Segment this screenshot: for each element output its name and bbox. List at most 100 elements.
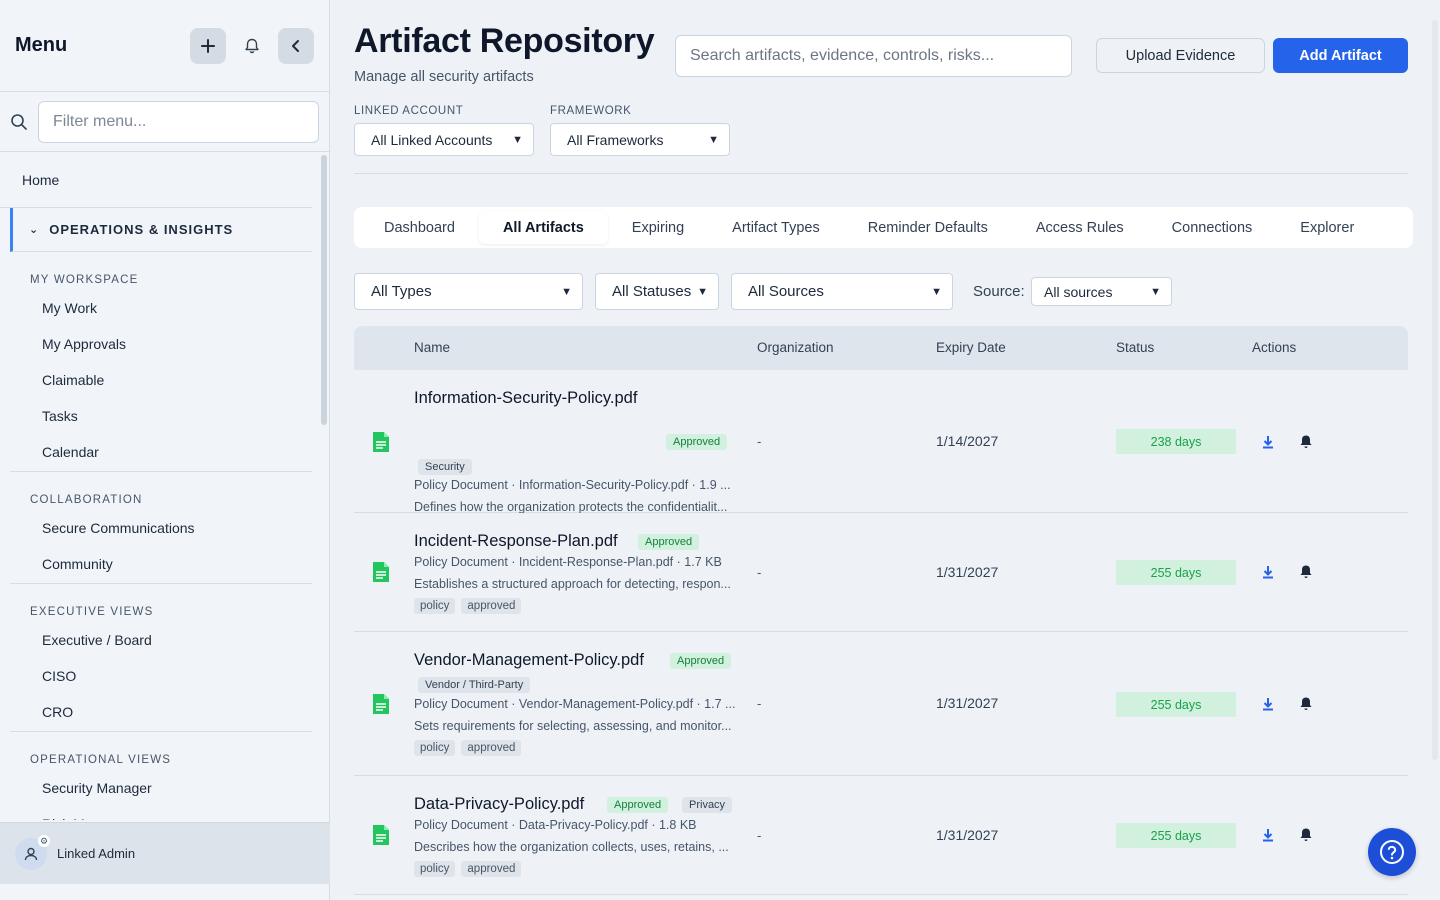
upload-evidence-button[interactable]: Upload Evidence <box>1096 38 1265 73</box>
days-remaining-badge: 255 days <box>1116 560 1236 585</box>
tag-list: policy approved <box>414 598 522 614</box>
bell-icon[interactable] <box>1298 696 1314 712</box>
sidebar-item-claimable[interactable]: Claimable <box>0 362 330 398</box>
status-badge: Approved <box>607 797 669 813</box>
chevron-down-icon: ▼ <box>1150 285 1161 298</box>
collapse-sidebar-button[interactable] <box>278 27 314 64</box>
tab-reminder-defaults[interactable]: Reminder Defaults <box>844 211 1012 244</box>
category-badge: Security <box>418 459 472 475</box>
table-header: Name Organization Expiry Date Status Act… <box>354 326 1408 370</box>
section-operations-insights[interactable]: ⌄ OPERATIONS & INSIGHTS <box>10 208 312 252</box>
filter-menu-input[interactable] <box>38 100 319 143</box>
tab-artifact-types[interactable]: Artifact Types <box>708 211 844 244</box>
download-icon[interactable] <box>1260 434 1276 450</box>
avatar: ⚙ <box>15 834 50 870</box>
expiry-date: 1/14/2027 <box>936 433 999 449</box>
document-icon <box>373 562 389 582</box>
artifact-description: Describes how the organization collects,… <box>414 840 729 854</box>
framework-value: All Frameworks <box>567 131 664 148</box>
column-status[interactable]: Status <box>1116 340 1154 355</box>
category-badge: Vendor / Third-Party <box>418 677 531 693</box>
chevron-down-icon: ▼ <box>697 285 708 298</box>
column-actions: Actions <box>1252 340 1297 355</box>
artifact-description: Establishes a structured approach for de… <box>414 577 731 591</box>
user-profile[interactable]: ⚙ Linked Admin <box>0 822 330 884</box>
page-scrollbar[interactable] <box>1432 20 1438 760</box>
status-filter-select[interactable]: All Statuses ▼ <box>595 273 719 310</box>
chevron-down-icon: ▼ <box>512 133 523 146</box>
sidebar-item-calendar[interactable]: Calendar <box>0 434 330 470</box>
sidebar-item-home[interactable]: Home <box>0 152 312 208</box>
status-badge: Approved <box>666 434 728 450</box>
sidebar-item-secure-communications[interactable]: Secure Communications <box>0 510 330 546</box>
artifact-name[interactable]: Vendor-Management-Policy.pdf <box>414 651 644 670</box>
group-title-collaboration: COLLABORATION <box>30 494 143 506</box>
source-select[interactable]: All sources ▼ <box>1031 277 1172 306</box>
tab-access-rules[interactable]: Access Rules <box>1012 211 1148 244</box>
tab-explorer[interactable]: Explorer <box>1276 211 1378 244</box>
table-row[interactable]: Data-Privacy-Policy.pdf Approved Privacy… <box>354 776 1408 895</box>
artifact-name[interactable]: Incident-Response-Plan.pdf <box>414 532 618 551</box>
sidebar-scrollbar[interactable] <box>321 155 327 425</box>
add-button[interactable] <box>190 27 226 64</box>
column-organization[interactable]: Organization <box>757 340 834 355</box>
chevron-down-icon: ▼ <box>931 285 942 298</box>
notifications-button[interactable] <box>234 28 270 64</box>
expiry-date: 1/31/2027 <box>936 827 999 843</box>
organization: - <box>757 565 762 580</box>
days-remaining-badge: 238 days <box>1116 429 1236 454</box>
table-row[interactable]: Vendor-Management-Policy.pdf Approved Ve… <box>354 632 1408 776</box>
add-artifact-button[interactable]: Add Artifact <box>1273 38 1408 73</box>
table-row[interactable]: Information-Security-Policy.pdf Approved… <box>354 370 1408 537</box>
download-icon[interactable] <box>1260 827 1276 843</box>
sidebar-item-my-work[interactable]: My Work <box>0 290 330 326</box>
tag-list: policy approved <box>414 740 522 756</box>
column-name[interactable]: Name <box>414 340 450 355</box>
sidebar-item-community[interactable]: Community <box>0 546 330 582</box>
download-icon[interactable] <box>1260 696 1276 712</box>
artifact-name[interactable]: Information-Security-Policy.pdf <box>414 389 637 408</box>
sidebar-nav: Home ⌄ OPERATIONS & INSIGHTS MY WORKSPAC… <box>0 152 330 820</box>
expiry-date: 1/31/2027 <box>936 564 999 580</box>
artifact-meta: Policy Document · Incident-Response-Plan… <box>414 555 722 569</box>
page-title: Artifact Repository <box>354 22 655 60</box>
tab-all-artifacts[interactable]: All Artifacts <box>478 211 608 244</box>
sidebar-item-tasks[interactable]: Tasks <box>0 398 330 434</box>
help-button[interactable] <box>1368 828 1416 876</box>
bell-icon[interactable] <box>1298 827 1314 843</box>
tab-expiring[interactable]: Expiring <box>608 211 708 244</box>
artifact-meta: Policy Document · Data-Privacy-Policy.pd… <box>414 818 697 832</box>
column-expiry-date[interactable]: Expiry Date <box>936 340 1006 355</box>
framework-select[interactable]: All Frameworks ▼ <box>550 123 730 156</box>
tab-connections[interactable]: Connections <box>1148 211 1277 244</box>
framework-label: FRAMEWORK <box>550 105 632 117</box>
group-title-executive-views: EXECUTIVE VIEWS <box>30 606 154 618</box>
sidebar-item-my-approvals[interactable]: My Approvals <box>0 326 330 362</box>
group-title-my-workspace: MY WORKSPACE <box>30 274 139 286</box>
sources-filter-select[interactable]: All Sources ▼ <box>731 273 953 310</box>
table-row[interactable]: Incident-Response-Plan.pdf Approved Poli… <box>354 513 1408 632</box>
tag-list: policy approved <box>414 861 522 877</box>
sidebar-item-ciso[interactable]: CISO <box>0 658 330 694</box>
tab-dashboard[interactable]: Dashboard <box>360 211 479 244</box>
help-icon <box>1380 840 1404 864</box>
linked-account-select[interactable]: All Linked Accounts ▼ <box>354 123 534 156</box>
user-name: Linked Admin <box>57 846 136 861</box>
global-search-input[interactable] <box>675 35 1072 77</box>
sidebar-item-security-manager[interactable]: Security Manager <box>0 770 330 806</box>
sidebar-item-executive-board[interactable]: Executive / Board <box>0 622 330 658</box>
document-icon <box>373 825 389 845</box>
section-label: OPERATIONS & INSIGHTS <box>49 222 234 237</box>
bell-icon <box>245 38 259 53</box>
status-badge: Approved <box>670 653 732 669</box>
days-remaining-badge: 255 days <box>1116 692 1236 717</box>
tag: approved <box>461 740 522 756</box>
sidebar-item-cro[interactable]: CRO <box>0 694 330 730</box>
download-icon[interactable] <box>1260 564 1276 580</box>
type-filter-select[interactable]: All Types ▼ <box>354 273 583 310</box>
bell-icon[interactable] <box>1298 564 1314 580</box>
bell-icon[interactable] <box>1298 434 1314 450</box>
type-filter-value: All Types <box>371 283 432 300</box>
artifact-name[interactable]: Data-Privacy-Policy.pdf <box>414 795 584 814</box>
sidebar-item-risk-manager[interactable]: Risk Manager <box>0 806 330 820</box>
